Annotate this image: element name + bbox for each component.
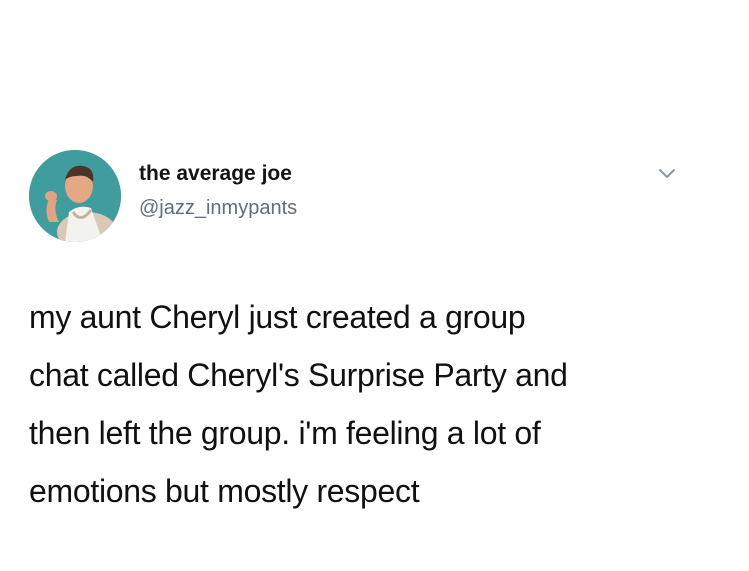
chevron-down-icon[interactable] — [656, 166, 678, 182]
tweet-text-line: then left the group. i'm feeling a lot o… — [29, 415, 541, 451]
tweet-text-line: chat called Cheryl's Surprise Party and — [29, 357, 568, 393]
avatar-photo-icon — [29, 150, 121, 242]
author-avatar[interactable] — [29, 150, 121, 242]
tweet-text-line: emotions but mostly respect — [29, 473, 420, 509]
author-handle[interactable]: @jazz_inmypants — [139, 197, 297, 220]
tweet-card: the average joe @jazz_inmypants my aunt … — [0, 0, 749, 571]
tweet-body: my aunt Cheryl just created a group chat… — [29, 288, 729, 520]
author-display-name[interactable]: the average joe — [139, 162, 292, 186]
tweet-text-line: my aunt Cheryl just created a group — [29, 299, 526, 335]
